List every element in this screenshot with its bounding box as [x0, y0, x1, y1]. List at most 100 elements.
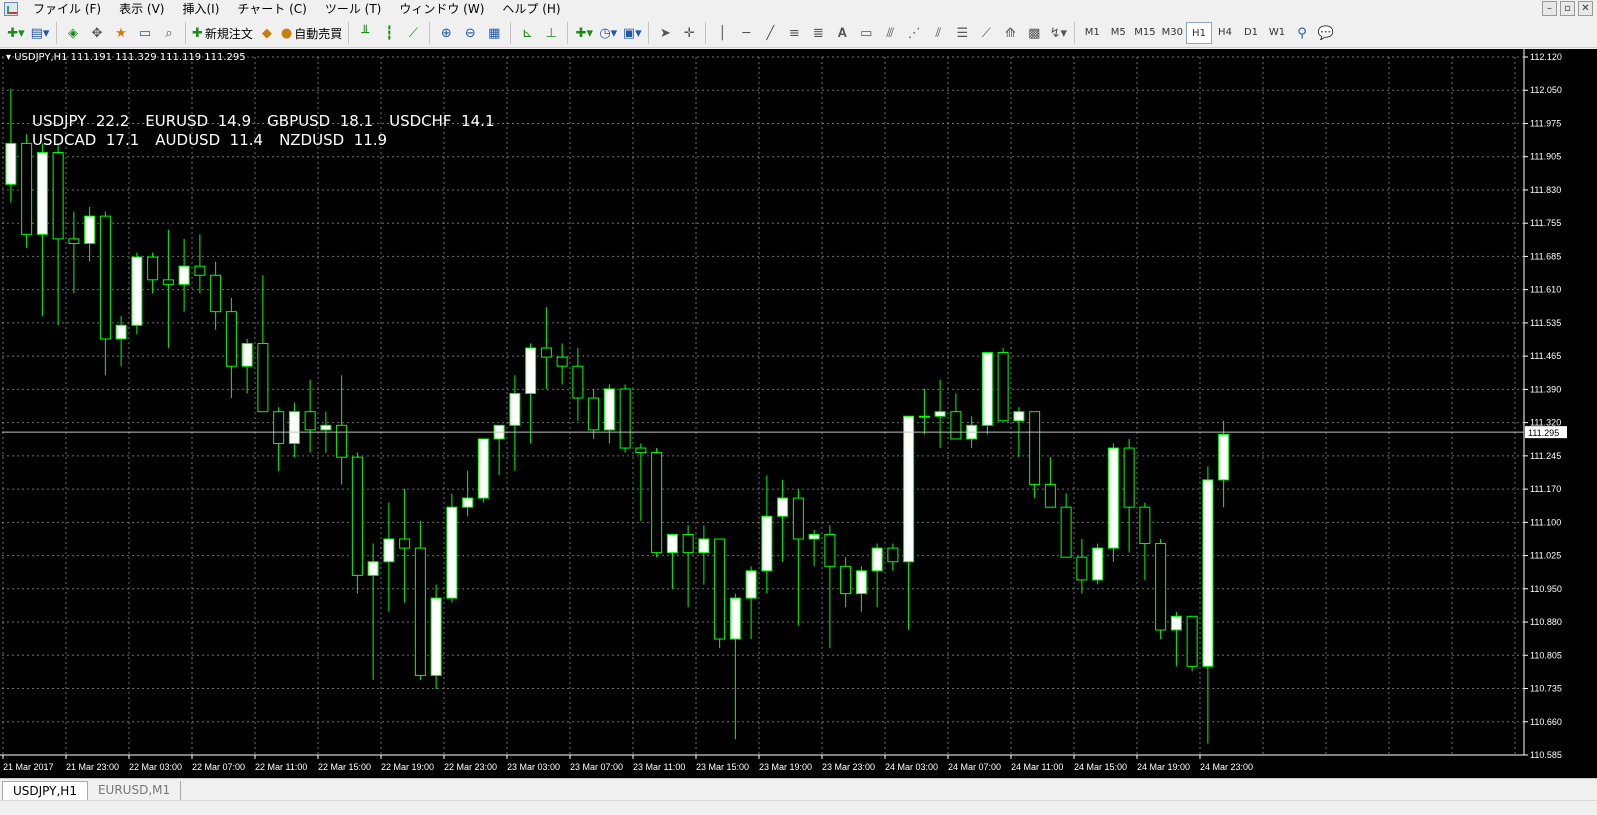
meta-editor-icon[interactable]: ◆: [255, 21, 279, 45]
tab-usdjpy-h1[interactable]: USDJPY,H1: [2, 781, 88, 800]
auto-trade-button[interactable]: ● 自動売買: [279, 21, 344, 45]
profiles-icon[interactable]: ▤▾: [28, 21, 52, 45]
text-tool-icon[interactable]: 𝐀: [830, 21, 854, 45]
chat-icon[interactable]: 💬: [1314, 21, 1338, 45]
x-tick-label: 24 Mar 11:00: [1011, 762, 1063, 772]
candle-body-bear: [540, 347, 552, 358]
gann-grid-icon[interactable]: ▩: [1022, 21, 1046, 45]
candle-body-bull: [462, 497, 474, 508]
menu-window[interactable]: ウィンドウ (W): [390, 0, 493, 18]
candle-body-bear: [304, 411, 316, 431]
data-window-icon[interactable]: ✥: [85, 21, 109, 45]
line-chart-icon[interactable]: ⟋: [401, 21, 425, 45]
andrews-pitchfork-icon[interactable]: ⫻: [878, 21, 902, 45]
menu-file[interactable]: ファイル (F): [24, 0, 110, 18]
candle-body-bull: [288, 411, 300, 445]
search-icon[interactable]: ⚲: [1290, 21, 1314, 45]
menu-tools[interactable]: ツール (T): [316, 0, 391, 18]
x-tick-label: 23 Mar 11:00: [633, 762, 685, 772]
market-watch-icon[interactable]: ◈: [61, 21, 85, 45]
candle-body-bull: [934, 411, 946, 417]
candle-body-bull: [871, 547, 883, 572]
minimize-button[interactable]: –: [1542, 1, 1557, 16]
timeframe-h4[interactable]: H4: [1212, 22, 1238, 44]
timeframe-m30[interactable]: M30: [1159, 22, 1186, 44]
menu-chart[interactable]: チャート (C): [228, 0, 315, 18]
fibonacci-retracement-icon[interactable]: ≣: [806, 21, 830, 45]
spread-usdjpy: USDJPY 22.2: [32, 112, 130, 130]
candle-body-bear: [1044, 483, 1056, 508]
new-chart-icon[interactable]: ✚▾: [4, 21, 28, 45]
horizontal-line-icon[interactable]: ─: [734, 21, 758, 45]
tile-windows-icon[interactable]: ▦: [482, 21, 506, 45]
strategy-tester-icon[interactable]: ⌕: [157, 21, 181, 45]
tab-eurusd-m1[interactable]: EURUSD,M1: [88, 781, 182, 800]
spread-row: USDCAD 17.1 AUDUSD 11.4 NZDUSD 11.9: [32, 131, 511, 150]
menu-insert[interactable]: 挿入(I): [173, 0, 228, 18]
timeframe-d1[interactable]: D1: [1238, 22, 1264, 44]
chart-background: [0, 49, 1597, 778]
fibonacci-fan-icon[interactable]: ⋰: [902, 21, 926, 45]
y-tick-label: 112.050: [1530, 85, 1562, 95]
new-order-button[interactable]: ✚ 新規注文: [190, 21, 255, 45]
zoom-in-icon[interactable]: ⊕: [434, 21, 458, 45]
candle-body-bear: [1139, 506, 1151, 545]
toolbar: ✚▾ ▤▾ ◈ ✥ ★ ▭ ⌕ ✚ 新規注文 ◆ ● 自動売買 ╨ ┇ ⟋ ⊕ ⊖ …: [0, 19, 1597, 48]
chart-shift-icon[interactable]: ⊥: [539, 21, 563, 45]
candle-body-bear: [1029, 411, 1041, 485]
x-tick-label: 21 Mar 2017: [3, 762, 54, 772]
x-tick-label: 23 Mar 23:00: [822, 762, 875, 772]
candlestick-icon[interactable]: ┇: [377, 21, 401, 45]
candle-body-bull: [1202, 479, 1214, 667]
navigator-icon[interactable]: ★: [109, 21, 133, 45]
periods-clock-icon[interactable]: ◷▾: [596, 21, 620, 45]
timeframe-m1[interactable]: M1: [1079, 22, 1105, 44]
zoom-out-icon[interactable]: ⊖: [458, 21, 482, 45]
y-tick-label: 111.170: [1530, 484, 1561, 494]
cursor-icon[interactable]: ➤: [653, 21, 677, 45]
window-controls: – ▫ ✕: [1542, 1, 1593, 16]
restore-button[interactable]: ▫: [1560, 1, 1575, 16]
auto-scroll-icon[interactable]: ⊾: [515, 21, 539, 45]
candle-body-bear: [257, 342, 269, 413]
x-tick-label: 23 Mar 15:00: [696, 762, 749, 772]
candle-body-bear: [651, 452, 663, 554]
y-tick-label: 110.805: [1530, 650, 1562, 660]
equidistant-channel-icon[interactable]: ≡: [782, 21, 806, 45]
chart-area[interactable]: 112.120 112.050 111.975 111.905 111.830 111.7…: [0, 49, 1597, 778]
arrows-menu-icon[interactable]: ↯▾: [1046, 21, 1070, 45]
crosshair-icon[interactable]: ✛: [677, 21, 701, 45]
menu-view[interactable]: 表示 (V): [110, 0, 173, 18]
indicators-icon[interactable]: ✚▾: [572, 21, 596, 45]
timeframe-m5[interactable]: M5: [1105, 22, 1131, 44]
y-tick-label: 111.465: [1530, 351, 1561, 361]
candle-body-bull: [131, 256, 143, 326]
candle-body-bull: [525, 347, 537, 394]
timeframe-m15[interactable]: M15: [1131, 22, 1158, 44]
x-tick-label: 23 Mar 07:00: [570, 762, 623, 772]
gann-fan-icon[interactable]: ⟋: [974, 21, 998, 45]
trendline-icon[interactable]: ╱: [758, 21, 782, 45]
y-tick-label: 110.950: [1530, 584, 1562, 594]
text-label-icon[interactable]: ▭: [854, 21, 878, 45]
candle-body-bull: [918, 415, 930, 418]
gann-line-icon[interactable]: ⟰: [998, 21, 1022, 45]
timeframe-w1[interactable]: W1: [1264, 22, 1290, 44]
bar-chart-icon[interactable]: ╨: [353, 21, 377, 45]
close-button[interactable]: ✕: [1578, 1, 1593, 16]
candle-body-bull: [477, 438, 489, 499]
x-tick-label: 22 Mar 07:00: [192, 762, 245, 772]
candle-body-bear: [1060, 506, 1072, 558]
vertical-line-icon[interactable]: │: [710, 21, 734, 45]
fibonacci-expansion-icon[interactable]: ☰: [950, 21, 974, 45]
menu-help[interactable]: ヘルプ (H): [493, 0, 569, 18]
candle-body-bear: [99, 215, 111, 340]
y-tick-label: 112.120: [1530, 52, 1562, 62]
candle-body-bear: [162, 279, 174, 285]
timeframe-h1[interactable]: H1: [1186, 22, 1212, 44]
terminal-icon[interactable]: ▭: [133, 21, 157, 45]
fibonacci-channel-icon[interactable]: ⫽: [926, 21, 950, 45]
templates-icon[interactable]: ▣▾: [620, 21, 644, 45]
candle-body-bear: [997, 352, 1009, 422]
toolbar-separator: [648, 22, 650, 44]
